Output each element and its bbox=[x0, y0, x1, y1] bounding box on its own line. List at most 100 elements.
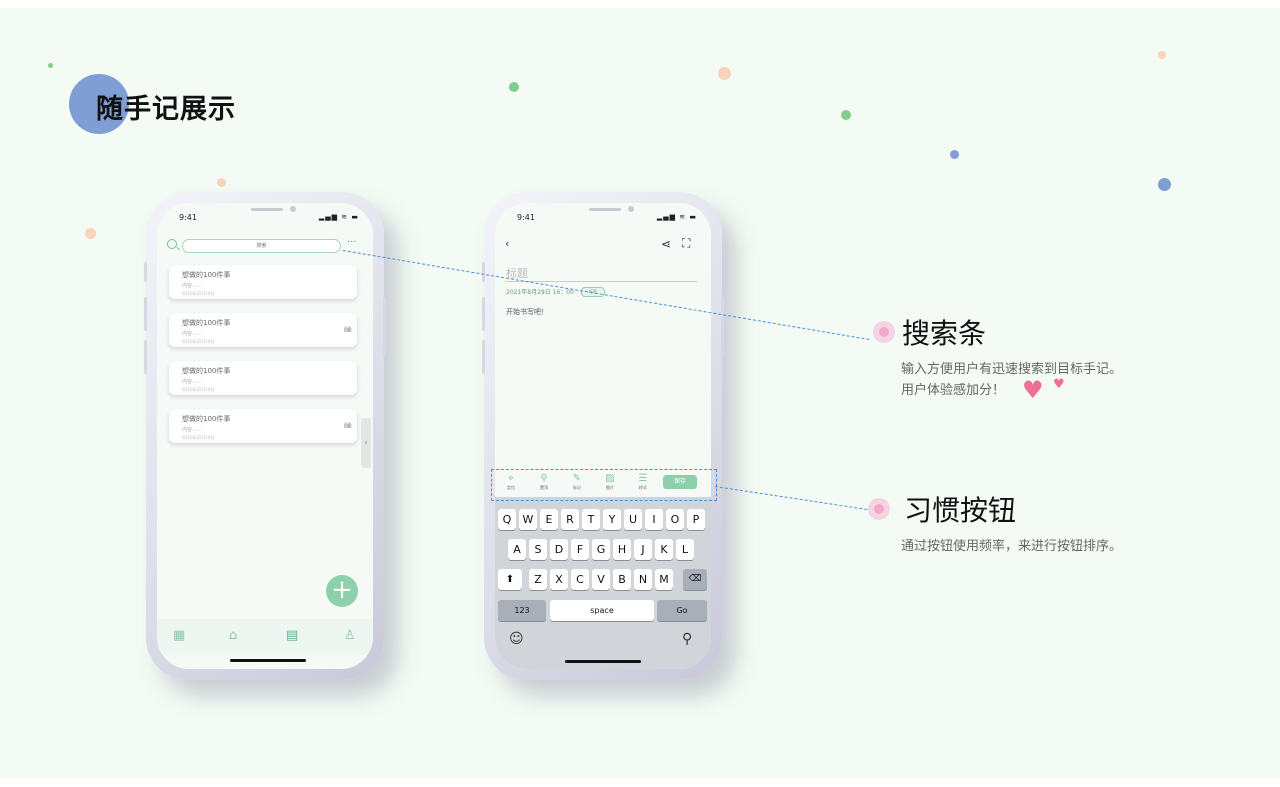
search-icon[interactable] bbox=[167, 239, 177, 249]
volume-button bbox=[144, 297, 147, 331]
key[interactable]: W bbox=[519, 509, 537, 530]
annotation-dot bbox=[868, 498, 890, 520]
note-title: 想做的100件事 bbox=[182, 271, 231, 279]
slide-canvas: 随手记展示 9:41 ▂▄▆ ≋ ▬ 搜索 ··· 想做的100件事 内容...… bbox=[0, 8, 1280, 778]
key[interactable]: A bbox=[508, 539, 526, 560]
back-icon[interactable]: ‹ bbox=[505, 237, 509, 250]
audio-wave-icon: ılıılı bbox=[343, 325, 352, 334]
key[interactable]: E bbox=[540, 509, 558, 530]
key[interactable]: P bbox=[687, 509, 705, 530]
user-icon[interactable]: ♙ bbox=[344, 628, 356, 643]
phone-note-editor: 9:41 ▂▄▆ ≋ ▬ ‹ ⋖ ⛶ 标题 2021年8月29日 16：00 标… bbox=[482, 192, 724, 680]
note-content: 内容...... bbox=[182, 331, 202, 337]
note-card[interactable]: 想做的100件事 内容...... 2021年10月10日 bbox=[169, 265, 357, 299]
key[interactable]: L bbox=[676, 539, 694, 560]
key[interactable]: I bbox=[645, 509, 663, 530]
volume-button bbox=[144, 340, 147, 374]
go-key[interactable]: Go bbox=[657, 600, 707, 621]
key[interactable]: J bbox=[634, 539, 652, 560]
note-body-input[interactable]: 开始书写吧！ bbox=[506, 307, 548, 317]
note-content: 内容...... bbox=[182, 379, 202, 385]
decor-dot bbox=[1158, 178, 1171, 191]
annotation-dot bbox=[873, 321, 895, 343]
search-input[interactable]: 搜索 bbox=[182, 239, 341, 253]
status-time: 9:41 bbox=[179, 213, 197, 222]
phone-note-list: 9:41 ▂▄▆ ≋ ▬ 搜索 ··· 想做的100件事 内容...... 20… bbox=[144, 192, 386, 680]
speaker bbox=[251, 208, 283, 211]
note-card[interactable]: 想做的100件事 内容...... 2021年10月10日 bbox=[169, 361, 357, 395]
key[interactable]: K bbox=[655, 539, 673, 560]
key[interactable]: R bbox=[561, 509, 579, 530]
home-indicator bbox=[230, 659, 306, 662]
microphone-icon[interactable]: ⚲ bbox=[682, 631, 692, 647]
status-icons: ▂▄▆ ≋ ▬ bbox=[656, 213, 697, 221]
decor-dot bbox=[509, 82, 519, 92]
volume-button bbox=[482, 297, 485, 331]
volume-button bbox=[482, 262, 485, 282]
heart-icon: ♥ bbox=[1022, 376, 1044, 404]
theme-shirt-icon[interactable]: ⛶ bbox=[682, 236, 690, 251]
emoji-icon[interactable]: ☺ bbox=[509, 631, 524, 647]
home-icon[interactable]: ⌂ bbox=[229, 628, 237, 643]
calendar-icon[interactable]: ▦ bbox=[173, 628, 185, 643]
note-card[interactable]: 想做的100件事 内容...... 2021年10月10日 ılıılı bbox=[169, 313, 357, 347]
decor-dot bbox=[217, 178, 226, 187]
decor-dot bbox=[950, 150, 959, 159]
notebook-icon[interactable]: ▤ bbox=[286, 628, 298, 643]
toolbar-connector-line bbox=[714, 486, 868, 511]
backspace-key[interactable]: ⌫ bbox=[683, 569, 707, 590]
status-icons: ▂▄▆ ≋ ▬ bbox=[318, 213, 359, 221]
key[interactable]: M bbox=[655, 569, 673, 590]
note-date: 2021年10月10日 bbox=[182, 435, 215, 440]
decor-dot bbox=[1158, 51, 1166, 59]
status-time: 9:41 bbox=[517, 213, 535, 222]
key[interactable]: Y bbox=[603, 509, 621, 530]
side-drawer-handle[interactable]: ‹ bbox=[361, 418, 371, 468]
note-content: 内容...... bbox=[182, 427, 202, 433]
phone-screen: 9:41 ▂▄▆ ≋ ▬ 搜索 ··· 想做的100件事 内容...... 20… bbox=[157, 203, 373, 669]
volume-button bbox=[482, 340, 485, 374]
key[interactable]: X bbox=[550, 569, 568, 590]
camera bbox=[628, 206, 634, 212]
key[interactable]: Z bbox=[529, 569, 547, 590]
key[interactable]: G bbox=[592, 539, 610, 560]
space-key[interactable]: space bbox=[550, 600, 654, 621]
audio-wave-icon: ılıılı bbox=[343, 421, 352, 430]
key[interactable]: U bbox=[624, 509, 642, 530]
page-title: 随手记展示 bbox=[96, 94, 236, 125]
key[interactable]: C bbox=[571, 569, 589, 590]
key[interactable]: T bbox=[582, 509, 600, 530]
key[interactable]: N bbox=[634, 569, 652, 590]
camera bbox=[290, 206, 296, 212]
key[interactable]: F bbox=[571, 539, 589, 560]
numbers-key[interactable]: 123 bbox=[498, 600, 546, 621]
annotation-desc: 通过按钮使用频率，来进行按钮排序。 bbox=[901, 539, 1123, 554]
note-card[interactable]: 想做的100件事 内容...... 2021年10月10日 ılıılı bbox=[169, 409, 357, 443]
note-title: 想做的100件事 bbox=[182, 319, 231, 327]
key[interactable]: O bbox=[666, 509, 684, 530]
more-icon[interactable]: ··· bbox=[347, 237, 357, 248]
key[interactable]: S bbox=[529, 539, 547, 560]
add-note-button[interactable]: + bbox=[326, 575, 358, 607]
key[interactable]: D bbox=[550, 539, 568, 560]
toolbar-highlight-box bbox=[491, 469, 717, 501]
key[interactable]: Q bbox=[498, 509, 516, 530]
annotation-desc: 输入方便用户有迅速搜索到目标手记。 bbox=[901, 362, 1123, 377]
key[interactable]: B bbox=[613, 569, 631, 590]
power-button bbox=[383, 297, 386, 357]
note-title: 想做的100件事 bbox=[182, 415, 231, 423]
key[interactable]: V bbox=[592, 569, 610, 590]
note-date: 2021年10月10日 bbox=[182, 291, 215, 296]
bottom-nav: ▦ ⌂ ▤ ♙ bbox=[157, 619, 373, 655]
keyboard: Q W E R T Y U I O P A S D F G H J K L ⬆ bbox=[495, 497, 711, 669]
decor-dot bbox=[48, 63, 53, 68]
volume-button bbox=[144, 262, 147, 282]
decor-dot bbox=[718, 67, 731, 80]
note-date: 2021年10月10日 bbox=[182, 339, 215, 344]
annotation-title: 搜索条 bbox=[902, 317, 987, 350]
decor-dot bbox=[841, 110, 851, 120]
key[interactable]: H bbox=[613, 539, 631, 560]
annotation-title: 习惯按钮 bbox=[904, 494, 1017, 527]
shift-key[interactable]: ⬆ bbox=[498, 569, 522, 590]
share-icon[interactable]: ⋖ bbox=[661, 237, 671, 251]
